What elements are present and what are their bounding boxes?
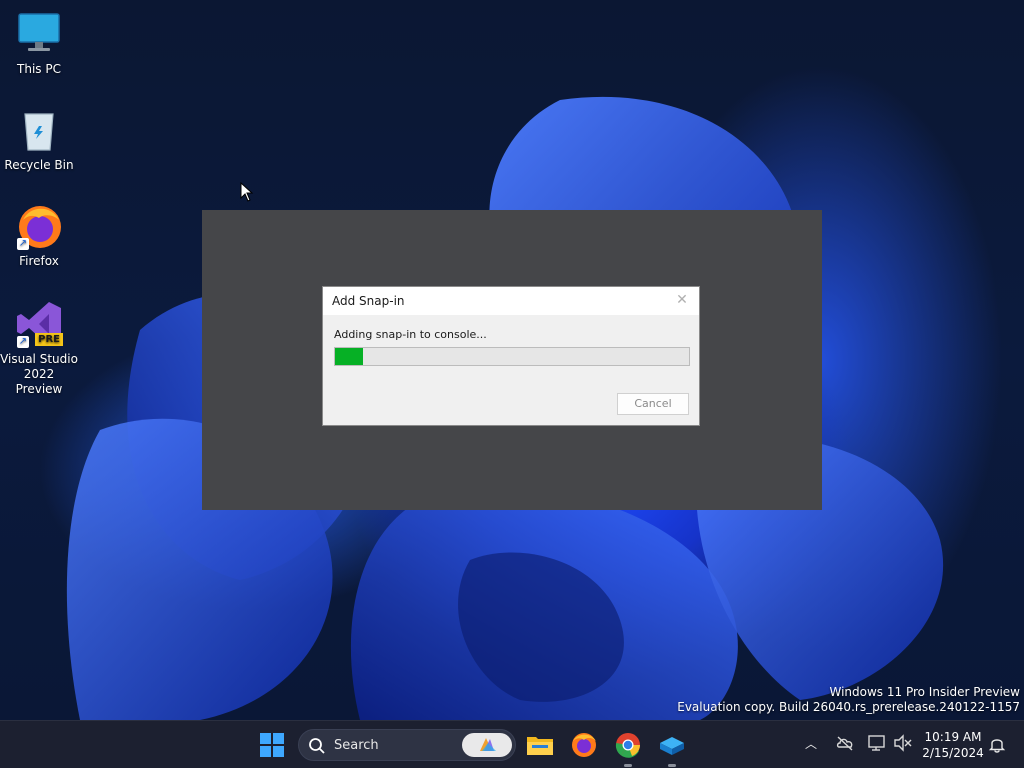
watermark-line-1: Windows 11 Pro Insider Preview — [829, 685, 1020, 699]
desktop-icon-label: Recycle Bin — [4, 158, 74, 172]
file-explorer-icon — [527, 737, 553, 755]
chrome-icon — [615, 733, 640, 758]
add-snap-in-dialog: Add Snap-in ✕ Adding snap-in to console.… — [322, 286, 700, 426]
dialog-titlebar[interactable]: Add Snap-in ✕ — [323, 287, 699, 315]
desktop-icon-firefox[interactable]: ↗ Firefox — [0, 202, 78, 269]
desktop-icon-visual-studio[interactable]: PRE ↗ Visual Studio 2022 Preview — [0, 300, 78, 397]
firefox-icon — [572, 733, 596, 757]
evaluation-watermark: Windows 11 Pro Insider Preview Evaluatio… — [677, 685, 1020, 715]
show-hidden-icons-chevron-icon[interactable]: ︿ — [805, 735, 817, 752]
firefox-icon: ↗ — [15, 202, 63, 250]
taskbar-search-box[interactable]: Search — [298, 729, 516, 761]
dialog-title: Add Snap-in — [332, 294, 405, 308]
taskbar-clock[interactable]: 10:19 AM 2/15/2024 — [918, 729, 988, 761]
taskbar-mmc[interactable] — [656, 729, 688, 767]
notification-bell-icon[interactable] — [988, 735, 1006, 753]
taskbar-chrome[interactable] — [612, 729, 644, 767]
recycle-bin-icon — [15, 106, 63, 154]
progress-bar — [334, 347, 690, 366]
copilot-button[interactable] — [462, 733, 512, 757]
desktop-icon-label: This PC — [17, 62, 61, 76]
taskbar: Search ︿ 10:19 AM 2/15/2024 — [0, 720, 1024, 768]
shortcut-arrow-icon: ↗ — [17, 336, 29, 348]
running-indicator — [668, 764, 676, 767]
clock-date: 2/15/2024 — [922, 746, 984, 760]
volume-muted-icon[interactable] — [893, 734, 913, 752]
taskbar-firefox[interactable] — [568, 729, 600, 761]
visual-studio-icon: PRE ↗ — [15, 300, 63, 348]
dialog-message: Adding snap-in to console... — [334, 328, 487, 341]
preview-badge: PRE — [35, 333, 63, 346]
close-icon[interactable]: ✕ — [673, 291, 691, 309]
onedrive-offline-icon[interactable] — [836, 734, 854, 752]
network-icon[interactable] — [867, 734, 887, 752]
mouse-cursor-icon — [240, 181, 254, 206]
mmc-icon — [660, 737, 684, 755]
clock-time: 10:19 AM — [924, 730, 982, 744]
start-button[interactable] — [256, 729, 288, 761]
search-label: Search — [334, 738, 379, 753]
start-icon — [260, 733, 284, 757]
desktop-icon-label: Firefox — [19, 254, 59, 268]
desktop-icon-this-pc[interactable]: This PC — [0, 10, 78, 77]
cancel-button[interactable]: Cancel — [617, 393, 689, 415]
taskbar-file-explorer[interactable] — [524, 729, 556, 761]
running-indicator — [624, 764, 632, 767]
copilot-icon — [480, 738, 496, 751]
watermark-line-2: Evaluation copy. Build 26040.rs_prerelea… — [677, 700, 1020, 714]
progress-bar-fill — [335, 348, 364, 365]
search-icon — [309, 738, 325, 754]
shortcut-arrow-icon: ↗ — [17, 238, 29, 250]
monitor-icon — [15, 10, 63, 58]
desktop-icon-label: Visual Studio 2022 Preview — [0, 352, 78, 396]
desktop-icon-recycle-bin[interactable]: Recycle Bin — [0, 106, 78, 173]
